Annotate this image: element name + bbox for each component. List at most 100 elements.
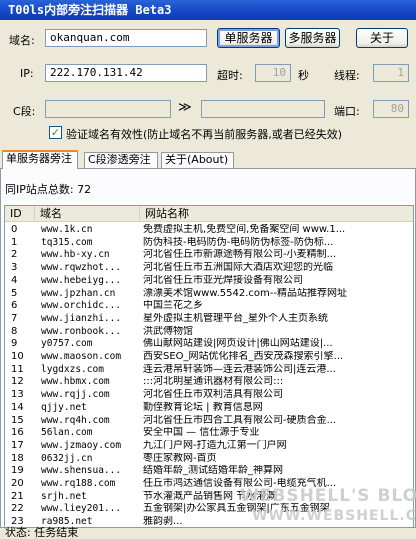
- header-id[interactable]: ID: [5, 206, 35, 221]
- row-id: 9: [11, 338, 18, 350]
- ip-label: IP:: [20, 67, 34, 80]
- row-domain: www.liey201...: [41, 503, 122, 515]
- row-site-name: 西安SEO_网站优化排名_西安茂森搜索引擎...: [143, 351, 344, 362]
- row-id: 15: [11, 414, 24, 426]
- row-site-name: 勤侄教育论坛 | 教育信息网: [143, 401, 263, 413]
- row-site-name: 漂漂美术馆www.5542.com--精品站推荐网址: [143, 287, 347, 299]
- row-site-name: 河北省任丘市新源途畅有限公司-小麦精制...: [143, 249, 337, 261]
- table-row[interactable]: 9 y0757.com 佛山献网站建设|网页设计|佛山网站建设|...: [5, 338, 413, 349]
- row-id: 0: [11, 224, 18, 235]
- watermark-url: WWW.WEBSHELL.CC: [252, 508, 416, 524]
- table-row[interactable]: 2 www.hb-xy.cn 河北省任丘市新源途畅有限公司-小麦精制...: [5, 249, 413, 260]
- table-row[interactable]: 12 www.hbmx.com:::河北明星通讯器材有限公司:::: [5, 376, 413, 387]
- cseg-start-input[interactable]: [45, 100, 171, 118]
- single-server-button[interactable]: 单服务器: [217, 28, 280, 48]
- row-id: 17: [11, 439, 24, 451]
- table-row[interactable]: 15 www.rq4h.com 河北省任丘市四合工具有限公司-硬质合金...: [5, 415, 413, 426]
- row-domain: www.hb-xy.cn: [41, 249, 110, 261]
- row-domain: qjjy.net: [41, 401, 87, 413]
- row-domain: tq315.com: [41, 236, 93, 248]
- row-id: 18: [11, 452, 24, 464]
- domain-input[interactable]: okanquan.com: [45, 29, 207, 47]
- row-domain: www.hebeiyg...: [41, 274, 122, 286]
- tab-about[interactable]: 关于(About): [161, 152, 234, 168]
- table-row[interactable]: 8 www.ronbook... 洪武傅物馆: [5, 326, 413, 337]
- table-row[interactable]: 14 qjjy.net 勤侄教育论坛 | 教育信息网: [5, 402, 413, 413]
- row-id: 3: [11, 262, 18, 274]
- row-site-name: 河北省任丘市五洲国际大酒店欢迎您的光临: [143, 262, 333, 274]
- row-id: 7: [11, 312, 18, 324]
- row-site-name: 佛山献网站建设|网页设计|佛山网站建设|...: [143, 338, 333, 350]
- cseg-end-input[interactable]: [201, 100, 325, 118]
- site-count-label: 同IP站点总数: 72: [5, 183, 92, 196]
- table-row[interactable]: 7 www.jianzhi... 星外虚拟主机管理平台_星外个人主页系统: [5, 313, 413, 324]
- row-domain: www.rqwzhot...: [41, 262, 122, 274]
- cseg-label: C段:: [13, 105, 36, 118]
- row-domain: www.1k.cn: [41, 224, 93, 235]
- table-row[interactable]: 10 www.maoson.com 西安SEO_网站优化排名_西安茂森搜索引擎...: [5, 351, 413, 362]
- row-id: 22: [11, 503, 24, 515]
- row-site-name: 中国兰花之乡: [143, 300, 203, 312]
- row-site-name: :::河北明星通讯器材有限公司:::: [143, 376, 284, 388]
- row-id: 2: [11, 249, 18, 261]
- range-arrows: ≫: [178, 100, 192, 115]
- verify-checkbox[interactable]: ✓: [49, 126, 62, 139]
- table-row[interactable]: 4 www.hebeiyg... 河北省任丘市亚光焊接设备有限公司: [5, 275, 413, 286]
- row-site-name: 河北省任丘市双利洁具有限公司: [143, 389, 283, 401]
- row-id: 19: [11, 465, 24, 477]
- table-row[interactable]: 6 www.orchidc... 中国兰花之乡: [5, 300, 413, 311]
- table-row[interactable]: 1 tq315.com 防伪科技-电码防伪-电码防伪标签-防伪标...: [5, 237, 413, 248]
- list-header: ID 域名 网站名称: [5, 206, 413, 222]
- row-site-name: 枣庄家教网-首页: [143, 452, 217, 464]
- tab-c-segment[interactable]: C段渗透旁注: [84, 152, 158, 168]
- tab-single-server[interactable]: 单服务器旁注: [2, 150, 78, 169]
- table-row[interactable]: 16 56lan.com 安全中国 — 信仕源于专业: [5, 427, 413, 438]
- header-site-name[interactable]: 网站名称: [140, 206, 413, 221]
- row-id: 14: [11, 401, 24, 413]
- watermark-blog: WEBSHELL'S BLOG: [240, 486, 416, 506]
- row-domain: www.rq188.com: [41, 478, 116, 489]
- port-label: 端口:: [334, 105, 360, 118]
- row-site-name: 星外虚拟主机管理平台_星外个人主页系统: [143, 312, 328, 324]
- window-title: T00ls内部旁注扫描器 Beta3: [0, 0, 416, 20]
- timeout-input[interactable]: 10: [255, 64, 291, 82]
- row-domain: 56lan.com: [41, 427, 93, 439]
- row-site-name: 连云港帛轩装饰—连云港装饰公司|连云港...: [143, 363, 336, 375]
- row-id: 13: [11, 389, 24, 401]
- row-domain: lygdxzs.com: [41, 363, 104, 375]
- header-domain[interactable]: 域名: [35, 206, 140, 221]
- row-site-name: 免费虚拟主机,免费空间,免备案空间 www.1...: [143, 224, 346, 235]
- table-row[interactable]: 11 lygdxzs.com 连云港帛轩装饰—连云港装饰公司|连云港...: [5, 364, 413, 375]
- row-site-name: 洪武傅物馆: [143, 325, 193, 337]
- row-domain: y0757.com: [41, 338, 93, 350]
- table-row[interactable]: 3 www.rqwzhot... 河北省任丘市五洲国际大酒店欢迎您的光临: [5, 262, 413, 273]
- row-id: 6: [11, 300, 18, 312]
- table-row[interactable]: 19 www.shensua... 结婚年龄_测试结婚年龄_神算网: [5, 465, 413, 476]
- row-id: 21: [11, 490, 24, 502]
- row-site-name: 九江门户网-打造九江第一门户网: [143, 439, 287, 451]
- table-row[interactable]: 17 www.jzmaoy.com 九江门户网-打造九江第一门户网: [5, 440, 413, 451]
- row-domain: www.jpzhan.cn: [41, 287, 116, 299]
- row-domain: www.rq4h.com: [41, 414, 110, 426]
- table-row[interactable]: 18 0632jj.cn 枣庄家教网-首页: [5, 453, 413, 464]
- multi-server-button[interactable]: 多服务器: [285, 28, 340, 48]
- table-row[interactable]: 13 www.rqjj.com 河北省任丘市双利洁具有限公司: [5, 389, 413, 400]
- result-list[interactable]: ID 域名 网站名称 0 www.1k.cn 免费虚拟主机,免费空间,免备案空间 w…: [4, 205, 414, 528]
- row-domain: www.ronbook...: [41, 325, 122, 337]
- about-button[interactable]: 关于: [356, 28, 408, 48]
- row-site-name: 河北省任丘市亚光焊接设备有限公司: [143, 274, 303, 286]
- threads-label: 线程:: [334, 69, 360, 82]
- row-id: 10: [11, 351, 24, 362]
- table-row[interactable]: 5 www.jpzhan.cn 漂漂美术馆www.5542.com--精品站推荐网址: [5, 288, 413, 299]
- row-id: 12: [11, 376, 24, 388]
- row-id: 16: [11, 427, 24, 439]
- row-domain: www.jianzhi...: [41, 312, 122, 324]
- row-domain: www.orchidc...: [41, 300, 122, 312]
- port-input[interactable]: 80: [373, 100, 409, 118]
- ip-input[interactable]: 222.170.131.42: [45, 64, 207, 82]
- status-bar: 状态: 任务结束: [5, 526, 79, 539]
- threads-input[interactable]: 1: [373, 64, 409, 82]
- row-domain: www.rqjj.com: [41, 389, 110, 401]
- row-domain: srjh.net: [41, 490, 87, 502]
- table-row[interactable]: 0 www.1k.cn 免费虚拟主机,免费空间,免备案空间 www.1...: [5, 224, 413, 235]
